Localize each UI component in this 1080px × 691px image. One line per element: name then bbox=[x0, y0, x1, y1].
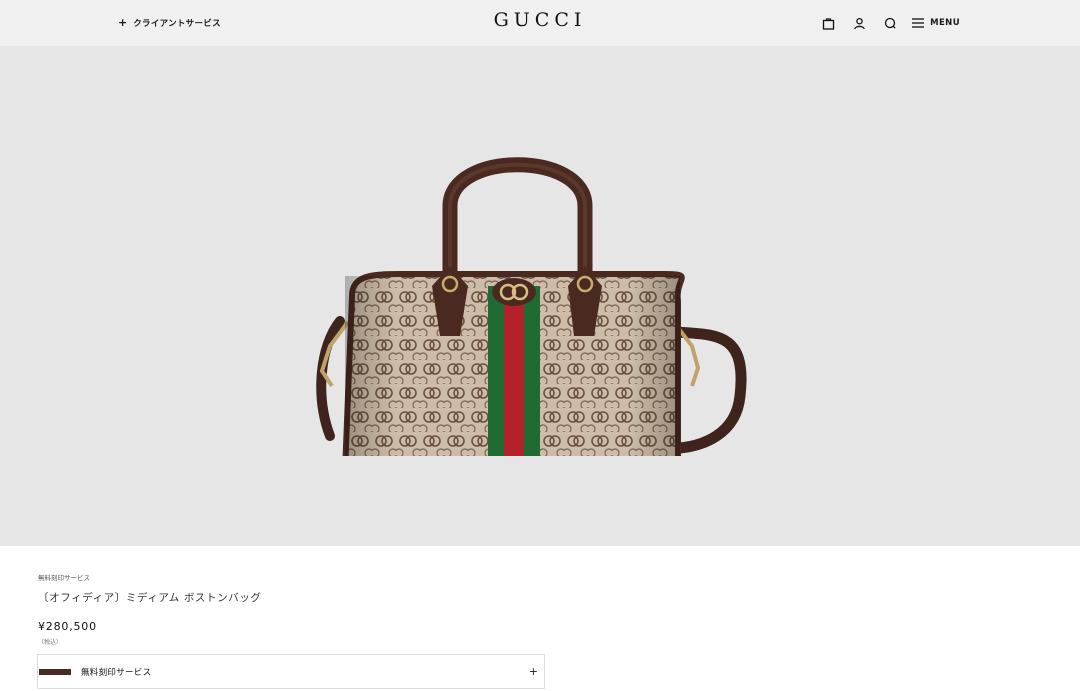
product-title: 〔オフィディア〕ミディアム ボストンバッグ bbox=[38, 592, 262, 604]
product-info: 無料刻印サービス 〔オフィディア〕ミディアム ボストンバッグ ¥280,500 … bbox=[38, 572, 558, 646]
expand-plus-icon[interactable]: + bbox=[529, 665, 538, 678]
search-icon[interactable] bbox=[881, 14, 899, 32]
shopping-bag-icon[interactable] bbox=[819, 14, 837, 32]
product-price: ¥280,500 bbox=[38, 620, 97, 633]
engraving-service-row[interactable]: 無料刻印サービス + bbox=[37, 654, 545, 689]
color-swatch bbox=[39, 668, 71, 675]
menu-label: MENU bbox=[930, 18, 960, 28]
header-actions: MENU bbox=[806, 14, 960, 32]
site-header: + クライアントサービス GUCCI MENU bbox=[0, 0, 1080, 46]
tax-note: （税込） bbox=[38, 639, 63, 646]
user-icon[interactable] bbox=[850, 14, 868, 32]
hamburger-menu-icon bbox=[912, 18, 925, 28]
promo-label: 無料刻印サービス bbox=[38, 574, 90, 582]
engraving-service-label: 無料刻印サービス bbox=[81, 667, 152, 678]
menu-button[interactable]: MENU bbox=[912, 18, 960, 28]
product-image-area[interactable] bbox=[0, 46, 1080, 546]
product-image bbox=[316, 157, 747, 456]
